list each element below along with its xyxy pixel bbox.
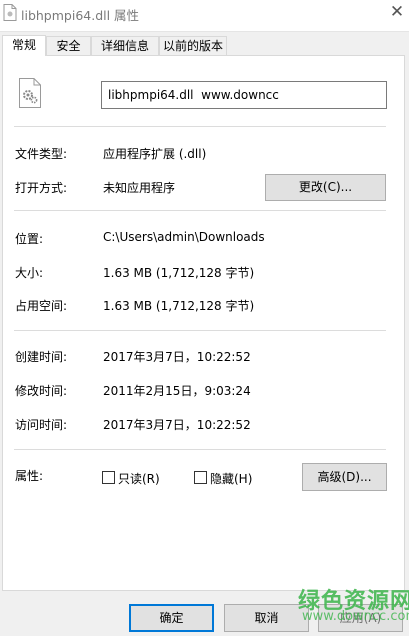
size-on-disk-value: 1.63 MB (1,712,128 字节) [103,299,255,313]
accessed-value: 2017年3月7日，10:22:52 [103,418,251,432]
file-icon [3,4,17,21]
created-value: 2017年3月7日，10:22:52 [103,350,251,364]
attributes-label: 属性: [15,469,44,483]
size-label: 大小: [15,266,44,280]
location-value: C:\Users\admin\Downloads [103,230,265,244]
cancel-button[interactable]: 取消 [224,604,309,632]
separator [14,330,386,331]
modified-value: 2011年2月15日，9:03:24 [103,384,251,398]
close-button[interactable]: ✕ [385,0,409,26]
watermark-url: www.downcc.com [302,609,409,624]
hidden-checkbox[interactable] [194,471,207,484]
readonly-checkbox[interactable] [102,471,115,484]
size-value: 1.63 MB (1,712,128 字节) [103,266,255,280]
created-label: 创建时间: [15,350,68,364]
size-on-disk-label: 占用空间: [15,299,68,313]
advanced-button[interactable]: 高级(D)... [302,463,387,491]
location-label: 位置: [15,232,44,246]
separator [14,126,386,127]
tab-security[interactable]: 安全 [46,36,91,55]
opens-with-label: 打开方式: [15,181,68,195]
separator [14,449,386,450]
file-type-value: 应用程序扩展 (.dll) [103,147,207,161]
dll-file-icon [18,78,42,108]
ok-button[interactable]: 确定 [129,604,214,632]
file-type-label: 文件类型: [15,147,68,161]
tab-general[interactable]: 常规 [2,35,46,56]
modified-label: 修改时间: [15,384,68,398]
window-title: libhpmpi64.dll 属性 [21,8,140,23]
opens-with-value: 未知应用程序 [103,181,176,195]
title-bar: libhpmpi64.dll 属性 ✕ [0,0,409,32]
tab-details[interactable]: 详细信息 [91,36,159,55]
hidden-label[interactable]: 隐藏(H) [210,470,252,487]
accessed-label: 访问时间: [15,418,68,432]
tab-strip: 常规 安全 详细信息 以前的版本 [0,35,409,56]
tab-previous-versions[interactable]: 以前的版本 [159,36,227,55]
change-button[interactable]: 更改(C)... [265,174,386,201]
general-panel [2,55,405,591]
separator [14,210,386,211]
readonly-label[interactable]: 只读(R) [118,470,160,487]
file-name-input[interactable] [101,81,387,109]
